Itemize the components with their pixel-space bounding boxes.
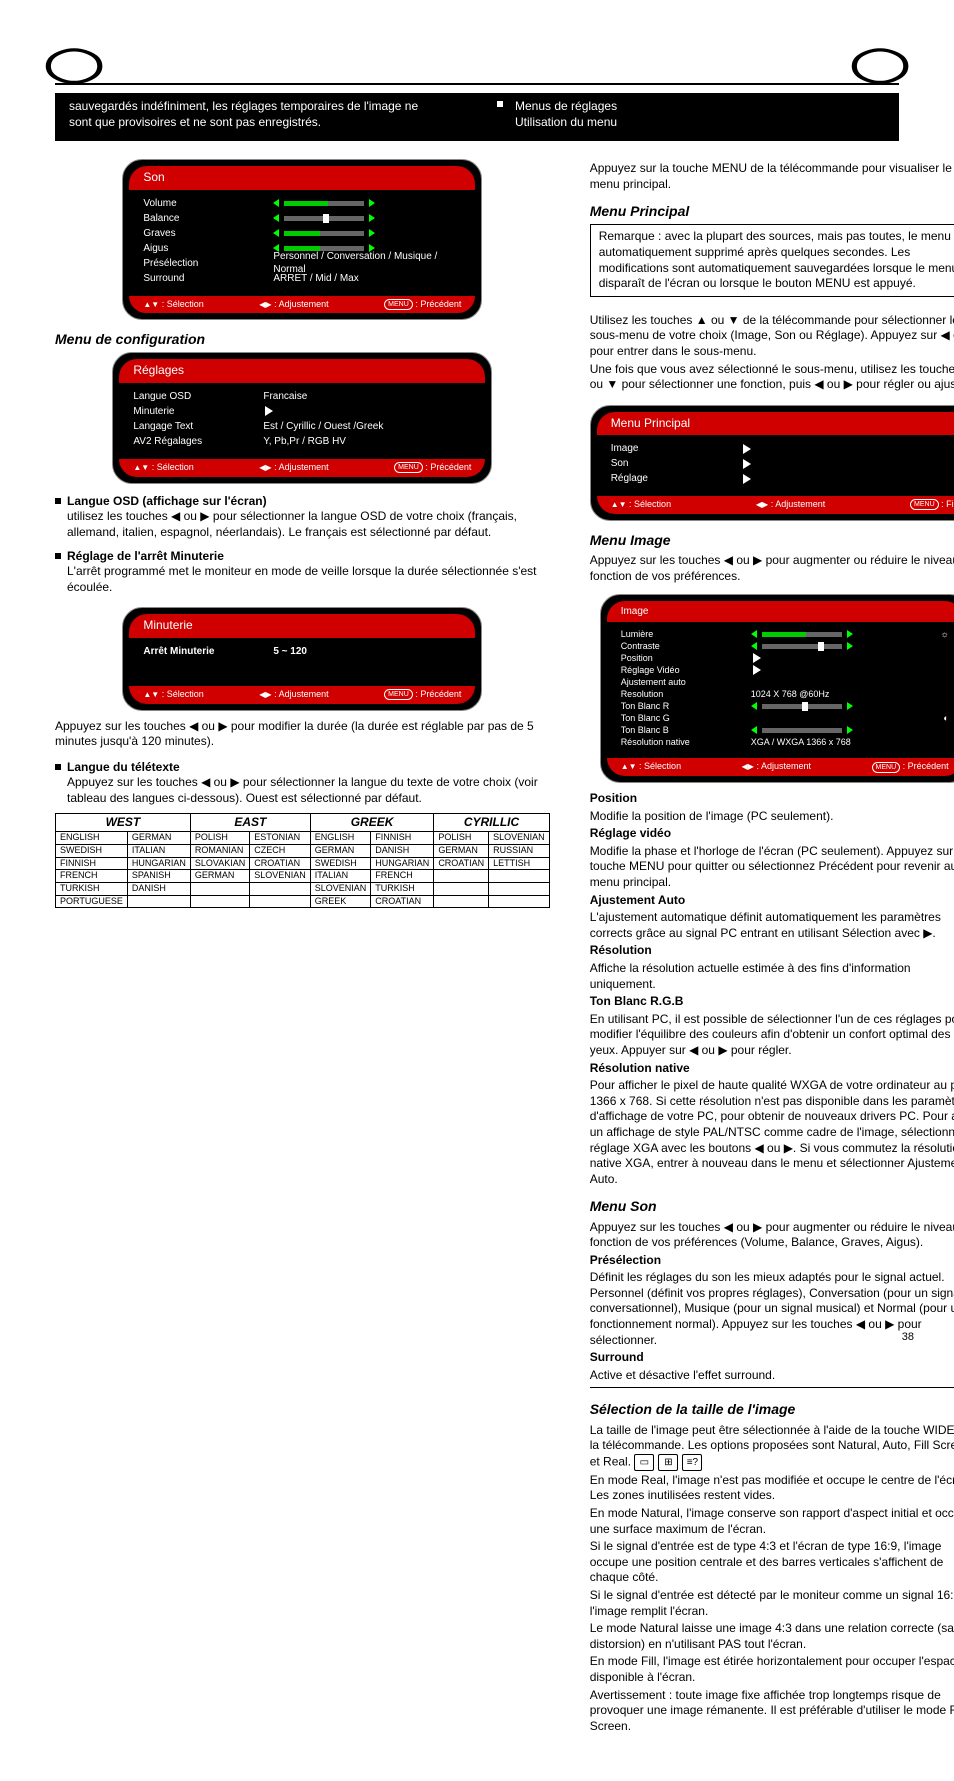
- wide-button-icons: ▭ ⊞ ≡?: [634, 1454, 702, 1471]
- osd-main-panel: Menu Principal Image Son Réglage : Sélec…: [590, 405, 954, 521]
- settings-heading: Menu de configuration: [55, 330, 550, 348]
- blackbar-left-1: sauvegardés indéfiniment, les réglages t…: [69, 99, 475, 115]
- text-icon: ≡?: [682, 1454, 702, 1471]
- blackbar-right-1: Menus de réglages: [515, 99, 889, 115]
- enter-icon: [265, 406, 273, 416]
- decor-oval-right: ◯: [850, 44, 911, 84]
- header-blackbar: sauvegardés indéfiniment, les réglages t…: [55, 93, 899, 141]
- note-block: Remarque : avec la plupart des sources, …: [590, 224, 954, 296]
- decor-oval-left: ◯: [44, 44, 105, 84]
- panel-title: Son: [129, 166, 475, 190]
- osd-timer-panel: Minuterie Arrêt Minuterie5 ~ 120 : Sélec…: [122, 607, 482, 710]
- blackbar-left-2: sont que provisoires et ne sont pas enre…: [69, 115, 475, 131]
- osd-image-panel: Image Lumière☼ Contraste Position Réglag…: [600, 594, 954, 783]
- osd-sound-panel: Son Volume Balance Graves Aigus Présélec…: [122, 159, 482, 320]
- top-rule: ◯ ◯: [55, 45, 899, 85]
- rect-icon: ▭: [634, 1454, 654, 1471]
- osd-settings-panel: Réglages Langue OSDFrancaise Minuterie L…: [112, 352, 492, 483]
- r-intro: Appuyez sur la touche MENU de la télécom…: [590, 161, 954, 192]
- page-number: 38: [902, 1331, 914, 1343]
- blackbar-bullet: [497, 101, 503, 107]
- tv-icon: ⊞: [658, 1454, 678, 1471]
- language-table: WEST EAST GREEK CYRILLIC ENGLISHGERMANPO…: [55, 813, 550, 909]
- blackbar-right-2: Utilisation du menu: [515, 115, 889, 131]
